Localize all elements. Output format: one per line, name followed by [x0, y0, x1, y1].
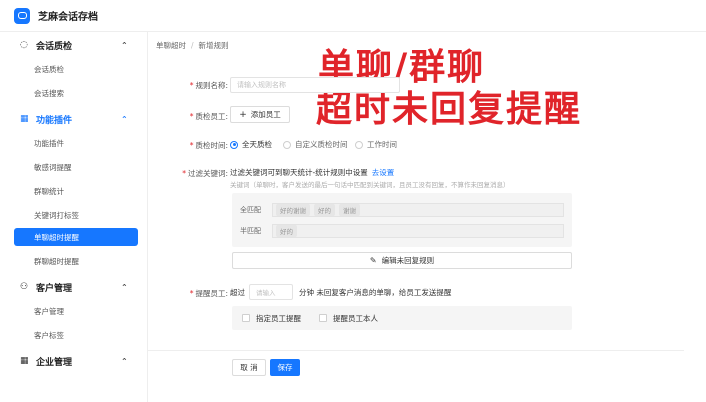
sidebar-item-chat-inspection[interactable]: 会话质检: [34, 64, 64, 75]
inspect-time-label: * 质检时间:: [189, 141, 228, 150]
remind-minutes-input[interactable]: 请输入: [249, 284, 293, 300]
sidebar-group-chat-inspection[interactable]: ◌ 会话质检 ⌃: [0, 34, 148, 56]
radio-dot: [355, 140, 363, 149]
keyword-tag: 好的谢谢: [276, 204, 310, 216]
sidebar-item-chat-search[interactable]: 会话搜索: [34, 88, 64, 99]
breadcrumb-separator: /: [191, 41, 194, 50]
full-match-row: 全匹配 好的谢谢 好的 谢谢: [240, 202, 564, 218]
go-settings-link[interactable]: 去设置: [372, 168, 395, 177]
checkbox: [242, 314, 250, 322]
app-logo-icon: [14, 7, 30, 24]
keyword-tag: 谢谢: [339, 204, 360, 216]
chat-bubble-icon: ◌: [20, 40, 28, 50]
sidebar-group-plugins[interactable]: ▦ 功能插件 ⌃: [0, 108, 148, 130]
checkbox: [319, 314, 327, 322]
add-employee-button[interactable]: + 添加员工: [230, 106, 290, 123]
grid-icon: ▦: [20, 356, 29, 366]
sidebar-group-label: 会话质检: [36, 41, 73, 52]
sidebar-item-sensitive-words[interactable]: 敏感词提醒: [34, 162, 72, 173]
filter-keywords-label: * 过滤关键词:: [182, 169, 228, 178]
sidebar-item-customer-tags[interactable]: 客户标签: [34, 330, 64, 341]
top-bar: 芝麻会话存档: [0, 0, 706, 32]
remind-options-panel: 指定员工提醒 提醒员工本人: [232, 306, 572, 330]
half-match-row: 半匹配 好的: [240, 223, 564, 239]
remind-label: * 提醒员工:: [189, 289, 228, 298]
check-specified-employee[interactable]: 指定员工提醒: [242, 313, 301, 324]
sidebar-item-customer-management[interactable]: 客户管理: [34, 306, 64, 317]
keyword-tag: 好的: [276, 225, 297, 237]
half-match-field: 好的: [272, 224, 564, 238]
filter-keywords-title: 过滤关键词可到聊天统计-统计规则中设置 去设置: [230, 168, 395, 177]
radio-dot: [283, 140, 291, 149]
sidebar-group-label: 企业管理: [36, 357, 73, 368]
check-employee-self[interactable]: 提醒员工本人: [319, 313, 378, 324]
app-title: 芝麻会话存档: [38, 12, 98, 23]
pencil-icon: ✎: [369, 256, 377, 265]
sidebar-group-label: 客户管理: [36, 283, 73, 294]
full-match-label: 全匹配: [240, 206, 261, 214]
chevron-up-icon: ⌃: [121, 114, 128, 124]
filter-keywords-description: 关键词（单聊时，客户发送的最后一句话中匹配到关键词，且员工没有回复，不算作未回复…: [230, 181, 510, 189]
sidebar: ◌ 会话质检 ⌃ 会话质检 会话搜索 ▦ 功能插件 ⌃ 功能插件 敏感词提醒 群…: [0, 32, 148, 402]
inspector-label: * 质检员工:: [189, 112, 228, 121]
sidebar-group-enterprise[interactable]: ▦ 企业管理 ⌃: [0, 350, 148, 372]
half-match-label: 半匹配: [240, 227, 261, 235]
radio-custom-time[interactable]: 自定义质检时间: [283, 139, 348, 150]
footer-bar: [148, 350, 684, 386]
radio-all-day[interactable]: 全天质检: [230, 139, 272, 150]
full-match-field: 好的谢谢 好的 谢谢: [272, 203, 564, 217]
remind-row: 超过 请输入 分钟 未回复客户消息的单聊，给员工发送提醒: [230, 284, 451, 300]
sidebar-group-customers[interactable]: ⚇ 客户管理 ⌃: [0, 276, 148, 298]
keyword-tag: 好的: [314, 204, 335, 216]
radio-work-time[interactable]: 工作时间: [355, 139, 397, 150]
breadcrumb: 单聊超时 / 新增规则: [156, 40, 229, 51]
rule-name-input[interactable]: 请输入规则名称: [230, 77, 400, 93]
breadcrumb-parent[interactable]: 单聊超时: [156, 41, 186, 50]
cancel-button[interactable]: 取 消: [232, 359, 266, 376]
sidebar-item-single-chat-timeout[interactable]: 单聊超时提醒: [14, 228, 138, 246]
keyword-panel: 全匹配 好的谢谢 好的 谢谢 半匹配 好的: [232, 193, 572, 247]
sidebar-item-group-chat-timeout[interactable]: 群聊超时提醒: [34, 256, 79, 267]
radio-dot: [230, 140, 238, 149]
remind-suffix: 分钟 未回复客户消息的单聊，给员工发送提醒: [299, 287, 452, 297]
chevron-up-icon: ⌃: [121, 282, 128, 292]
chevron-up-icon: ⌃: [121, 40, 128, 50]
breadcrumb-current: 新增规则: [198, 41, 229, 50]
grid-icon: ▦: [20, 114, 29, 124]
rule-name-label: * 规则名称:: [189, 81, 228, 90]
sidebar-group-label: 功能插件: [36, 115, 73, 126]
chevron-up-icon: ⌃: [121, 356, 128, 366]
sidebar-item-group-stats[interactable]: 群聊统计: [34, 186, 64, 197]
sidebar-item-plugins[interactable]: 功能插件: [34, 138, 64, 149]
sidebar-item-keyword-tagging[interactable]: 关键词打标签: [34, 210, 79, 221]
save-button[interactable]: 保存: [270, 359, 300, 376]
remind-prefix: 超过: [230, 287, 245, 297]
edit-no-reply-rule-button[interactable]: ✎ 编辑未回复规则: [232, 252, 572, 269]
plus-icon: +: [239, 109, 247, 120]
users-icon: ⚇: [20, 282, 29, 292]
